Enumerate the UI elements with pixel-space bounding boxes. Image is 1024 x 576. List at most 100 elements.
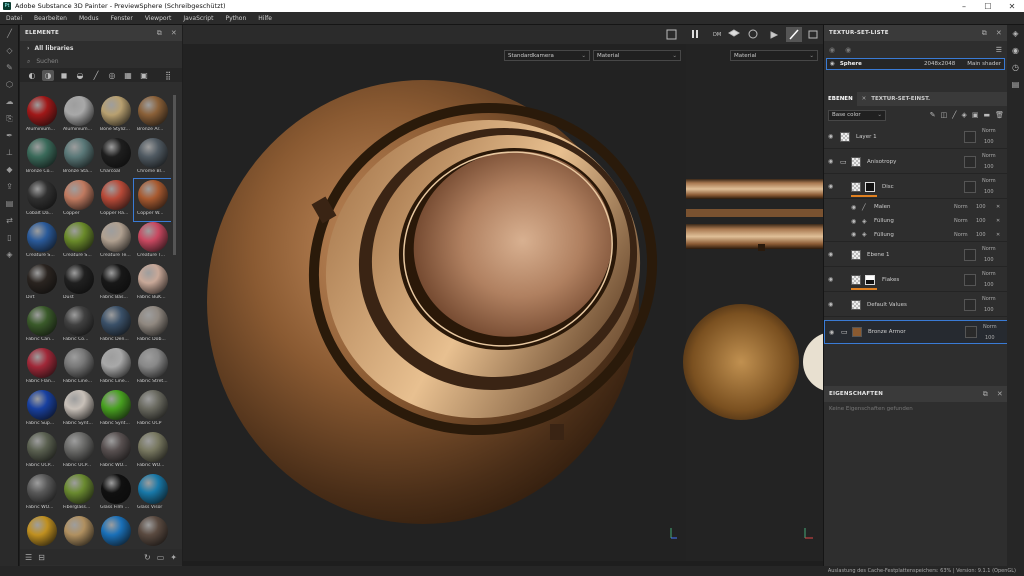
asset-tile[interactable]: Creature S...: [23, 221, 60, 263]
eye-icon[interactable]: ◉: [851, 204, 856, 211]
eye-icon[interactable]: ◉: [828, 251, 833, 258]
asset-tile[interactable]: Fabric BuK...: [134, 263, 171, 305]
asset-tile[interactable]: Glass Visor: [134, 473, 171, 515]
layer-opacity[interactable]: 100: [985, 335, 995, 341]
paint-brush-icon[interactable]: ╱: [0, 25, 19, 42]
asset-tile[interactable]: Copper: [60, 179, 97, 221]
new-folder-icon[interactable]: ▭: [157, 553, 165, 562]
asset-tile[interactable]: Aluminium...: [60, 95, 97, 137]
asset-tile[interactable]: Dust: [60, 263, 97, 305]
eye-icon[interactable]: ◉: [830, 61, 835, 67]
environment-icon[interactable]: ◉: [1007, 42, 1024, 59]
texture-set-shader[interactable]: Main shader: [967, 61, 1001, 67]
eye-icon[interactable]: ◉: [851, 231, 856, 238]
asset-tile[interactable]: Creature Te...: [97, 221, 134, 263]
close-panel-icon[interactable]: ✕: [171, 29, 177, 38]
asset-tile[interactable]: Fabric Line...: [97, 347, 134, 389]
search-input[interactable]: ⌕ Suchen: [20, 55, 182, 68]
eye-icon[interactable]: ◉: [828, 158, 833, 165]
layer-mask[interactable]: [964, 180, 976, 193]
layers-panel-icon[interactable]: ◈: [1007, 25, 1024, 42]
undock-icon[interactable]: ⧉: [157, 29, 162, 38]
undock-icon[interactable]: ⧉: [983, 390, 988, 399]
menu-datei[interactable]: Datei: [0, 15, 28, 22]
asset-tile[interactable]: Fabric Synt...: [97, 389, 134, 431]
menu-bearbeiten[interactable]: Bearbeiten: [28, 15, 73, 22]
effect-blend[interactable]: Norm: [954, 218, 968, 224]
layer-mask[interactable]: [964, 155, 976, 168]
layer-row[interactable]: ◉ Ebene 1 Norm 100: [824, 243, 1008, 267]
document-icon[interactable]: ▯: [0, 229, 19, 246]
close-panel-icon[interactable]: ✕: [996, 29, 1002, 38]
layer-mask-thumbnail[interactable]: [865, 181, 875, 192]
layer-blend[interactable]: Norm: [982, 178, 996, 184]
layer-blend[interactable]: Norm: [982, 246, 996, 252]
layer-row[interactable]: ◉ Flakes Norm 100: [824, 268, 1008, 292]
layer-mask[interactable]: [964, 248, 976, 261]
menu-hilfe[interactable]: Hilfe: [252, 15, 278, 22]
eye-icon[interactable]: ◉: [829, 46, 835, 54]
close-tab-icon[interactable]: ✕: [862, 96, 867, 102]
effect-row[interactable]: ◉ ╱ Malen Norm 100 ✕: [824, 200, 1008, 214]
close-window-button[interactable]: ✕: [1000, 2, 1024, 11]
remove-effect-icon[interactable]: ✕: [996, 204, 1000, 210]
refresh-icon[interactable]: ↻: [144, 553, 151, 562]
layer-opacity[interactable]: 100: [984, 282, 994, 288]
menu-viewport[interactable]: Viewport: [139, 15, 178, 22]
layer-opacity[interactable]: 100: [984, 139, 994, 145]
channel-select[interactable]: Base color ⌄: [828, 109, 886, 121]
layer-row[interactable]: ◉ Disc Norm 100: [824, 175, 1008, 199]
filter-alphas-icon[interactable]: ▦: [122, 70, 134, 81]
asset-tile[interactable]: Creature T...: [134, 221, 171, 263]
layer-opacity[interactable]: 100: [984, 257, 994, 263]
effect-opacity[interactable]: 100: [976, 204, 986, 210]
add-mask-icon[interactable]: ◫: [941, 111, 948, 119]
geometry-mask-icon[interactable]: ⬡: [0, 76, 19, 93]
asset-tile[interactable]: Fabric Den...: [97, 305, 134, 347]
filter-brushes-icon[interactable]: ╱: [90, 70, 102, 81]
asset-tile[interactable]: Fabric Flan...: [23, 347, 60, 389]
filter-materials-icon[interactable]: ◐: [26, 70, 38, 81]
layer-opacity[interactable]: 100: [984, 164, 994, 170]
layer-blend[interactable]: Norm: [982, 153, 996, 159]
asset-tile[interactable]: Fabric Line...: [60, 347, 97, 389]
add-icon[interactable]: ✦: [170, 553, 177, 562]
stamp-icon[interactable]: ⊥: [0, 144, 19, 161]
import-icon[interactable]: ☰: [25, 553, 32, 562]
eye-icon[interactable]: ◉: [829, 329, 834, 336]
layer-opacity[interactable]: 100: [984, 189, 994, 195]
tab-texture-set-settings[interactable]: TEXTUR-SET-EINST.: [871, 96, 930, 102]
asset-tile[interactable]: Bone Styliz...: [97, 95, 134, 137]
display-settings-icon[interactable]: ▤: [1007, 76, 1024, 93]
asset-tile[interactable]: Fabric Co...: [60, 305, 97, 347]
close-panel-icon[interactable]: ✕: [997, 390, 1003, 399]
minimize-button[interactable]: –: [952, 2, 976, 11]
layer-row[interactable]: ◉ Layer 1 Norm 100: [824, 125, 1008, 149]
layer-blend[interactable]: Norm: [982, 271, 996, 277]
eye-icon[interactable]: ◉: [828, 183, 833, 190]
fill-layer-icon[interactable]: ◈: [961, 111, 966, 119]
add-effect-icon[interactable]: ✎: [930, 111, 936, 119]
history-icon[interactable]: ◷: [1007, 59, 1024, 76]
delete-icon[interactable]: 🗑: [995, 111, 1004, 119]
layer-blend[interactable]: Norm: [982, 128, 996, 134]
asset-tile[interactable]: Fabric Bas...: [97, 263, 134, 305]
layer-mask[interactable]: [964, 298, 976, 311]
eye-icon[interactable]: ◉: [828, 133, 833, 140]
eye-icon[interactable]: ◉: [828, 276, 833, 283]
asset-tile[interactable]: Fabric WO...: [134, 431, 171, 473]
material-select-2d[interactable]: Material ⌄: [730, 50, 818, 61]
asset-tile[interactable]: Copper Ra...: [97, 179, 134, 221]
asset-tile[interactable]: Bronze Ar...: [134, 95, 171, 137]
asset-tile[interactable]: Fabric WO...: [23, 473, 60, 515]
filter-textures-icon[interactable]: ▣: [138, 70, 150, 81]
asset-tile[interactable]: Fiberglass...: [60, 473, 97, 515]
clone-icon[interactable]: ⎘: [0, 110, 19, 127]
asset-tile[interactable]: Fabric Stret...: [134, 347, 171, 389]
asset-tile[interactable]: Bronze Co...: [23, 137, 60, 179]
undock-icon[interactable]: ⧉: [982, 29, 987, 38]
asset-tile[interactable]: Bronze Sta...: [60, 137, 97, 179]
layer-blend[interactable]: Norm: [982, 296, 996, 302]
library-selector[interactable]: › All libraries: [20, 41, 182, 55]
asset-tile[interactable]: Fabric Sup...: [23, 389, 60, 431]
